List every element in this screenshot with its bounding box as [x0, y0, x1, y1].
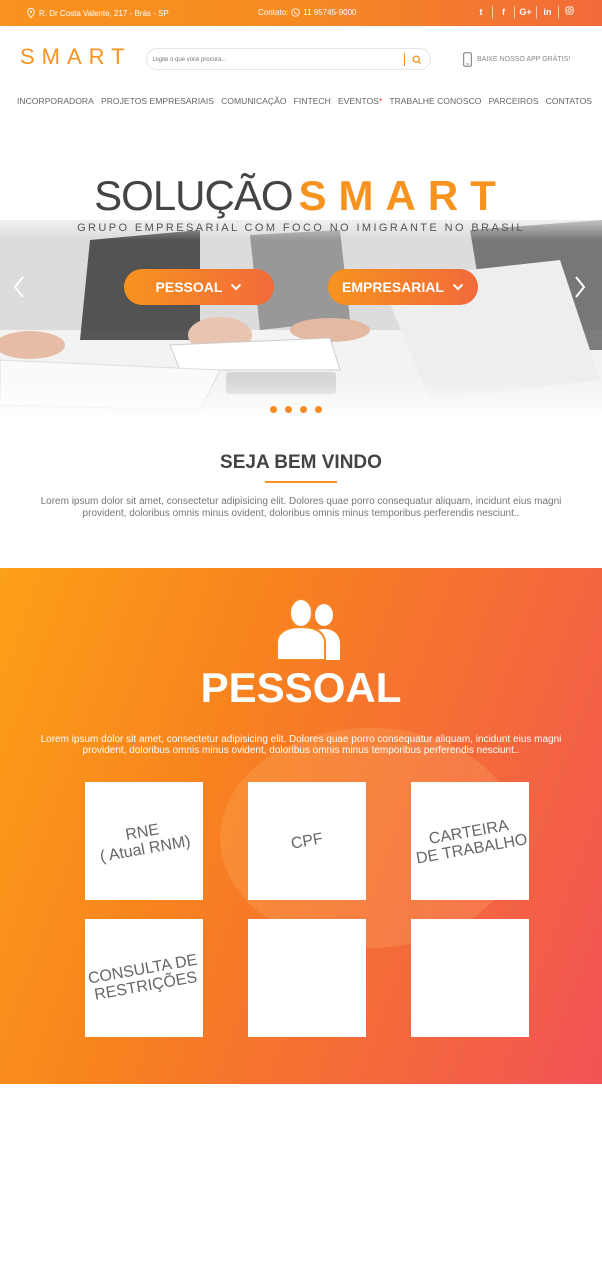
slider-dots — [270, 406, 322, 413]
chevron-down-icon — [231, 283, 242, 291]
service-card-empty[interactable] — [411, 919, 529, 1037]
slider-next-arrow[interactable] — [573, 274, 587, 307]
search-input[interactable] — [153, 53, 393, 66]
personal-button-label: PESSOAL — [155, 279, 223, 295]
search-icon — [412, 55, 421, 64]
hero-title-part1: SOLUÇÃO — [94, 172, 293, 219]
app-download-link[interactable]: BAIXE NOSSO APP GRÁTIS! — [463, 52, 570, 67]
hero-fade-bottom — [0, 380, 602, 420]
card-label: RNE ( Atual RNM) — [98, 821, 193, 866]
phone-number[interactable]: 11 95745-9000 — [303, 8, 356, 17]
nav-item-contatos[interactable]: CONTATOS — [546, 96, 592, 106]
address: R. Dr Costa Valente, 217 - Brás - SP — [27, 8, 169, 18]
nav-item-comunicacao[interactable]: COMUNICAÇÃO — [221, 96, 286, 106]
address-text: R. Dr Costa Valente, 217 - Brás - SP — [39, 8, 169, 18]
service-card-rne[interactable]: RNE ( Atual RNM) — [85, 782, 203, 900]
personal-title: PESSOAL — [200, 664, 402, 711]
slider-dot[interactable] — [270, 406, 277, 413]
slider-dot[interactable] — [315, 406, 322, 413]
nav-item-trabalhe-conosco[interactable]: TRABALHE CONOSCO — [389, 96, 481, 106]
nav-item-eventos[interactable]: EVENTOS* — [338, 96, 382, 106]
personal-section: PESSOAL Lorem ipsum dolor sit amet, cons… — [0, 568, 602, 1084]
search-button[interactable] — [409, 52, 425, 68]
welcome-section: SEJA BEM VINDO Lorem ipsum dolor sit ame… — [0, 452, 602, 520]
service-card-empty[interactable] — [248, 919, 366, 1037]
business-button[interactable]: EMPRESARIAL — [328, 269, 478, 305]
top-bar: R. Dr Costa Valente, 217 - Brás - SP Con… — [0, 0, 602, 26]
logo[interactable]: SMART — [20, 44, 132, 70]
instagram-icon[interactable] — [558, 6, 580, 19]
personal-button[interactable]: PESSOAL — [124, 269, 274, 305]
chevron-down-icon — [452, 283, 464, 291]
facebook-icon[interactable]: f — [492, 6, 514, 19]
business-button-label: EMPRESARIAL — [342, 279, 444, 295]
nav-item-projetos-empresariais[interactable]: PROJETOS EMPRESARIAIS — [101, 96, 214, 106]
personal-text: Lorem ipsum dolor sit amet, consectetur … — [40, 734, 562, 756]
card-label: CARTEIRA DE TRABALHO — [414, 817, 529, 868]
social-links: t f G+ in — [470, 6, 580, 19]
service-card-carteira-de-trabalho[interactable]: CARTEIRA DE TRABALHO — [411, 782, 529, 900]
welcome-text: Lorem ipsum dolor sit amet, consectetur … — [40, 496, 562, 519]
hero-title-part2: SMART — [298, 172, 508, 219]
title-underline — [265, 481, 337, 483]
slider-prev-arrow[interactable] — [12, 274, 26, 307]
twitter-icon[interactable]: t — [470, 6, 492, 19]
google-plus-icon[interactable]: G+ — [514, 6, 536, 19]
contact[interactable]: Contato: 11 95745-9000 — [258, 8, 356, 17]
nav-item-incorporadora[interactable]: INCORPORADORA — [17, 96, 94, 106]
nav-item-parceiros[interactable]: PARCEIROS — [489, 96, 539, 106]
chevron-left-icon — [13, 276, 24, 298]
app-download-text: BAIXE NOSSO APP GRÁTIS! — [477, 56, 571, 63]
hero-slider: SOLUÇÃO SMART GRUPO EMPRESARIAL COM FOCO … — [0, 150, 602, 420]
linkedin-icon[interactable]: in — [536, 6, 558, 19]
slider-dot[interactable] — [285, 406, 292, 413]
nav-item-eventos-label: EVENTOS — [337, 96, 379, 106]
location-pin-icon — [27, 8, 35, 18]
chevron-right-icon — [575, 276, 586, 298]
whatsapp-icon — [291, 8, 300, 17]
search-divider — [404, 53, 405, 66]
hero-subtitle: GRUPO EMPRESARIAL COM FOCO NO IMIGRANTE … — [77, 222, 525, 234]
card-label: CPF — [289, 829, 325, 853]
service-card-consulta-de-restricoes[interactable]: CONSULTA DE RESTRIÇÕES — [85, 919, 203, 1037]
search-bar — [146, 48, 431, 70]
nav-item-fintech[interactable]: FINTECH — [294, 96, 331, 106]
main-nav: INCORPORADORA PROJETOS EMPRESARIAIS COMU… — [17, 96, 592, 106]
service-card-cpf[interactable]: CPF — [248, 782, 366, 900]
new-marker: * — [378, 96, 383, 106]
contact-label: Contato: — [258, 8, 289, 17]
slider-dot[interactable] — [300, 406, 307, 413]
smartphone-icon — [463, 52, 472, 67]
card-label: CONSULTA DE RESTRIÇÕES — [86, 951, 199, 1004]
welcome-title: SEJA BEM VINDO — [220, 452, 382, 473]
users-icon — [276, 598, 340, 660]
hero-title: SOLUÇÃO SMART — [0, 172, 602, 220]
